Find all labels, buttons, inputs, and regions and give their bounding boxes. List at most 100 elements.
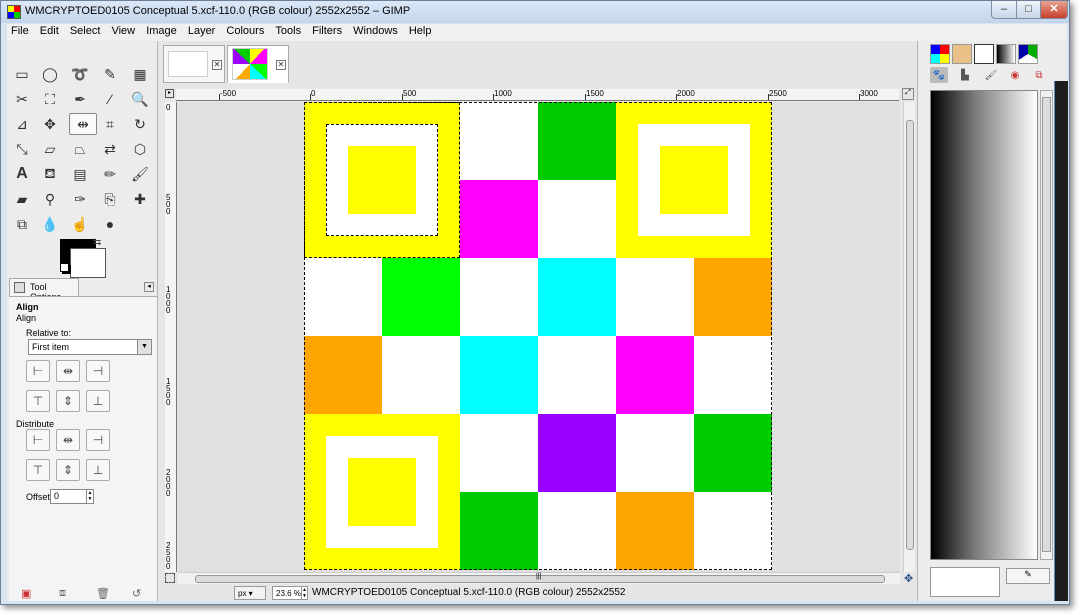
perspective-icon[interactable]: ⏢ <box>69 138 91 160</box>
zoom-icon[interactable]: 🔍 <box>129 88 151 110</box>
align-center-button[interactable]: ⇹ <box>56 360 80 382</box>
tab-menu-icon[interactable]: ◂ <box>144 282 154 292</box>
reset-options-icon[interactable]: ↺ <box>132 587 141 600</box>
scale-icon[interactable]: ⤡ <box>11 138 33 160</box>
gradient-preview[interactable] <box>930 90 1038 560</box>
image-menu-icon[interactable]: ▸ <box>165 89 174 98</box>
fuzzy-select-icon[interactable]: ✎ <box>99 63 121 85</box>
rect-select-icon[interactable]: ▭ <box>11 63 33 85</box>
flip-icon[interactable]: ⇄ <box>99 138 121 160</box>
cage-transform-icon[interactable]: ⬡ <box>129 138 151 160</box>
shear-icon[interactable]: ▱ <box>39 138 61 160</box>
menu-view[interactable]: View <box>107 24 139 37</box>
distribute-center-button[interactable]: ⇹ <box>56 429 80 451</box>
offset-spinner[interactable]: 0 ▲ ▼ <box>50 489 94 504</box>
default-colors-icon[interactable] <box>60 263 69 272</box>
image-canvas[interactable] <box>304 102 772 570</box>
scrollbar-thumb[interactable] <box>1042 97 1051 552</box>
heal-icon[interactable]: ✚ <box>129 188 151 210</box>
menu-layer[interactable]: Layer <box>184 24 220 37</box>
foreground-select-icon[interactable]: ⛶ <box>39 88 61 110</box>
distribute-top-button[interactable]: ⊤ <box>26 459 50 481</box>
image-tab-1[interactable]: ✕ <box>163 45 225 83</box>
dock-edit-button[interactable]: ✎ <box>1006 568 1050 584</box>
relative-to-dropdown[interactable]: First item ▼ <box>28 339 152 355</box>
ellipse-select-icon[interactable]: ◯ <box>39 63 61 85</box>
rotate-icon[interactable]: ↻ <box>129 113 151 135</box>
text-tool-icon[interactable]: A <box>11 163 33 185</box>
pencil-icon[interactable]: ✏ <box>99 163 121 185</box>
zoom-selector[interactable]: 23.6 % ▲ ▼ <box>272 586 308 600</box>
align-left-edge-button[interactable]: ⊢ <box>26 360 50 382</box>
align-tool-icon[interactable]: ⇹ <box>69 113 97 135</box>
background-color-swatch[interactable] <box>70 248 106 278</box>
eraser-icon[interactable]: ▰ <box>11 188 33 210</box>
patterns-tab-icon[interactable] <box>930 44 950 64</box>
close-button[interactable]: ✕ <box>1040 1 1068 19</box>
zoom-image-icon[interactable]: ⤢ <box>902 88 914 100</box>
measure-icon[interactable]: ⊿ <box>11 113 33 135</box>
restore-options-icon[interactable]: ⧈ <box>59 587 66 600</box>
distribute-bottom-button[interactable]: ⊥ <box>86 459 110 481</box>
menu-select[interactable]: Select <box>66 24 105 37</box>
smudge-icon[interactable]: ☝ <box>69 213 91 235</box>
quick-mask-toggle[interactable] <box>165 573 175 583</box>
free-select-icon[interactable]: ➰ <box>69 63 91 85</box>
ink-icon[interactable]: ✑ <box>69 188 91 210</box>
blend-icon[interactable]: ▤ <box>69 163 91 185</box>
save-options-icon[interactable]: ▣ <box>21 587 31 600</box>
align-right-edge-button[interactable]: ⊣ <box>86 360 110 382</box>
image-tab-2[interactable]: ✕ <box>227 45 289 83</box>
scrollbar-thumb[interactable] <box>906 120 914 550</box>
spinner-arrows-icon[interactable]: ▲ ▼ <box>86 490 93 503</box>
select-by-color-icon[interactable]: ▦ <box>129 63 151 85</box>
paths-icon[interactable]: ✒ <box>69 88 91 110</box>
move-icon[interactable]: ✥ <box>39 113 61 135</box>
distribute-middle-button[interactable]: ⇕ <box>56 459 80 481</box>
menu-windows[interactable]: Windows <box>349 24 402 37</box>
delete-options-icon[interactable]: 🗑 <box>96 587 110 600</box>
horizontal-scrollbar[interactable]: ||| <box>178 572 900 584</box>
gimp-wilber-icon[interactable]: 🐾 <box>930 67 948 83</box>
menu-help[interactable]: Help <box>405 24 436 37</box>
blur-sharpen-icon[interactable]: 💧 <box>39 213 61 235</box>
distribute-right-button[interactable]: ⊣ <box>86 429 110 451</box>
close-tab-icon[interactable]: ✕ <box>276 60 286 70</box>
brushes-tab-icon[interactable] <box>952 44 972 64</box>
dodge-burn-icon[interactable]: ● <box>99 213 121 235</box>
align-bottom-edge-button[interactable]: ⊥ <box>86 390 110 412</box>
menu-colours[interactable]: Colours <box>222 24 268 37</box>
canvas-area[interactable] <box>178 102 900 572</box>
palettes-tab-icon[interactable] <box>1018 44 1038 64</box>
brush-small-icon[interactable]: 🖌 <box>982 67 1000 83</box>
menu-file[interactable]: File <box>7 24 33 37</box>
align-middle-button[interactable]: ⇕ <box>56 390 80 412</box>
swap-colors-icon[interactable]: ⇆ <box>93 237 101 248</box>
crop-icon[interactable]: ⌗ <box>99 113 121 135</box>
close-tab-icon[interactable]: ✕ <box>212 60 222 70</box>
color-picker-icon[interactable]: ⁄ <box>99 88 121 110</box>
tool-options-tab[interactable]: Tool Options <box>9 278 79 302</box>
menu-tools[interactable]: Tools <box>271 24 305 37</box>
menu-edit[interactable]: Edit <box>36 24 63 37</box>
unit-selector[interactable]: px ▾ <box>234 586 266 600</box>
maximize-button[interactable]: □ <box>1016 1 1041 19</box>
scissors-icon[interactable]: ✂ <box>11 88 33 110</box>
menu-image[interactable]: Image <box>142 24 181 37</box>
gradients-tab-icon[interactable] <box>996 44 1016 64</box>
dock-scrollbar[interactable] <box>1040 90 1053 560</box>
vertical-scrollbar[interactable] <box>903 102 915 572</box>
navigate-icon[interactable]: ✥ <box>904 572 913 585</box>
bucket-fill-icon[interactable]: ⛾ <box>39 163 61 185</box>
airbrush-icon[interactable]: ⚲ <box>39 188 61 210</box>
paintbrush-icon[interactable]: 🖌 <box>129 163 151 185</box>
align-top-edge-button[interactable]: ⊤ <box>26 390 50 412</box>
fonts-tab-icon[interactable] <box>974 44 994 64</box>
clone-icon[interactable]: ⎘ <box>99 188 121 210</box>
distribute-left-button[interactable]: ⊢ <box>26 429 50 451</box>
undo-history-icon[interactable]: ⧉ <box>1030 67 1048 83</box>
colors-small-icon[interactable]: ◉ <box>1006 67 1024 83</box>
minimize-button[interactable]: – <box>991 1 1017 19</box>
menu-filters[interactable]: Filters <box>308 24 346 37</box>
device-status-icon[interactable]: ▙ <box>956 67 974 83</box>
